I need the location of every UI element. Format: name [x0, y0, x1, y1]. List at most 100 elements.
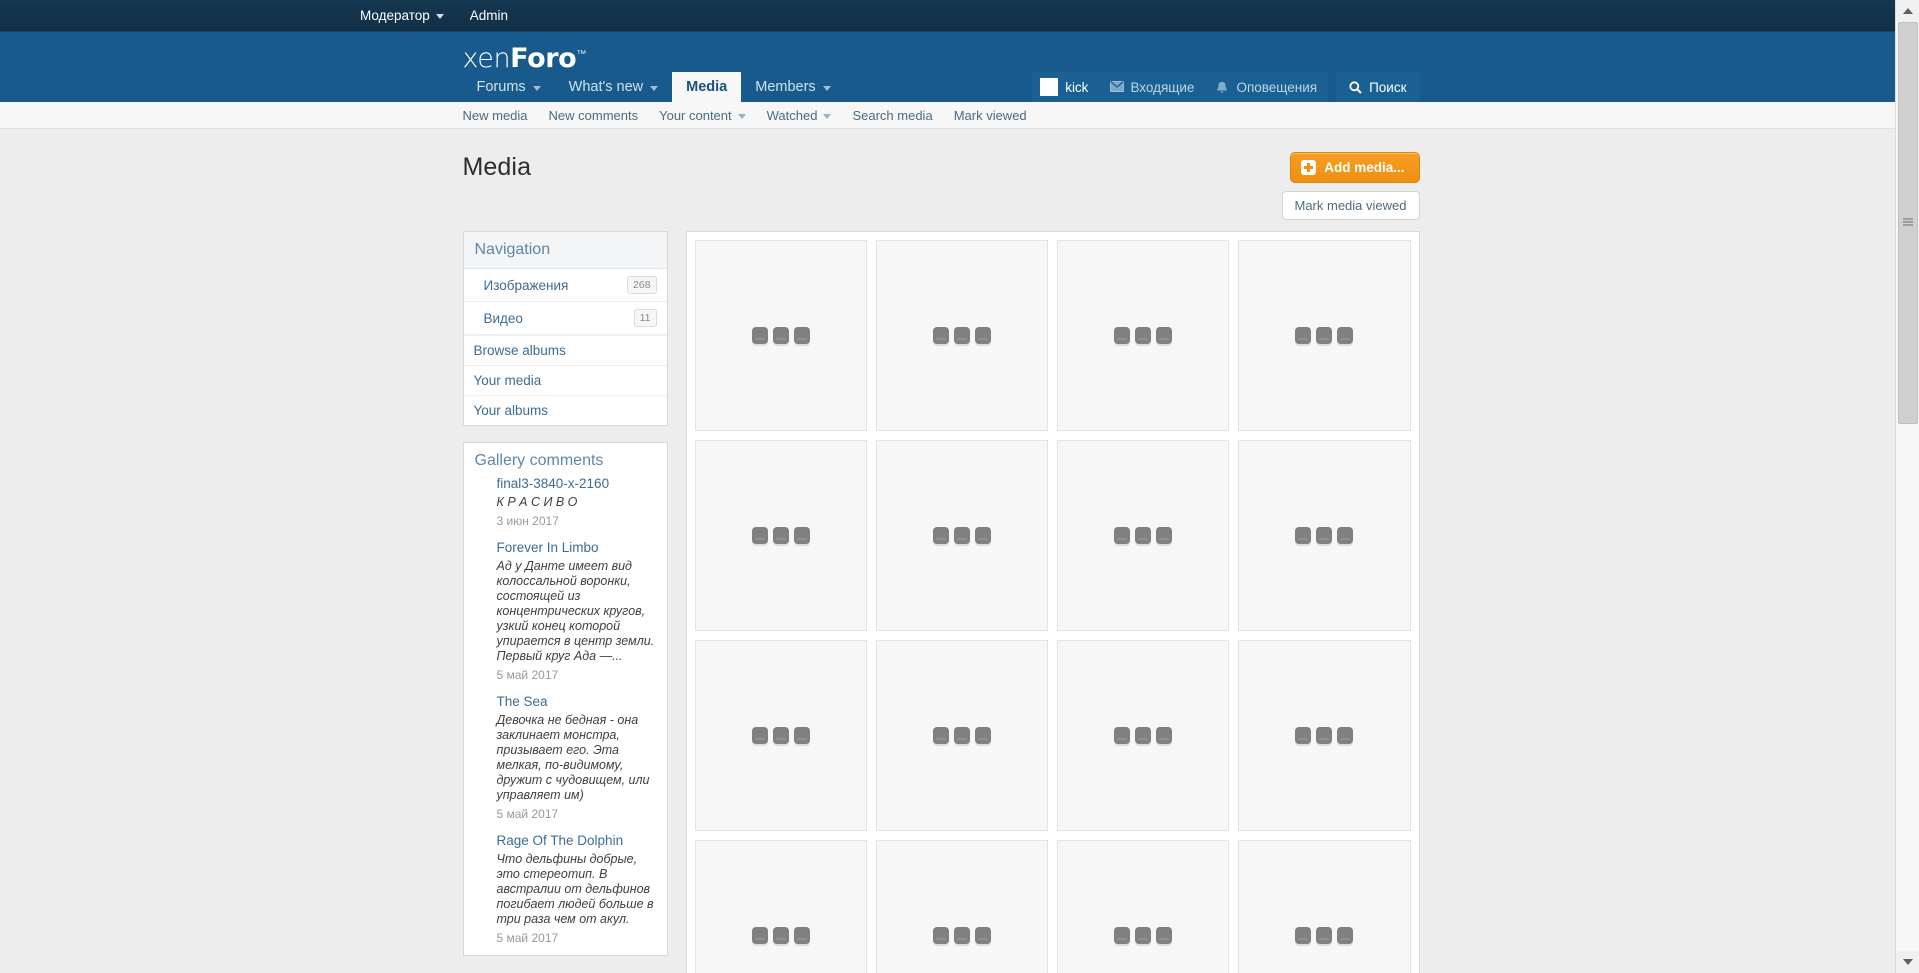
- media-grid-item[interactable]: [1057, 440, 1230, 631]
- scrollbar-track[interactable]: [1896, 22, 1919, 951]
- subnav-watched[interactable]: Watched: [767, 108, 832, 123]
- nav-tab-members-label: Members: [755, 79, 816, 95]
- broken-image-glyph: [1295, 727, 1312, 744]
- subnav-new-comments[interactable]: New comments: [549, 108, 639, 123]
- site-logo[interactable]: xenForo™: [462, 43, 587, 74]
- user-navigation: kick Входящие Оповещения Поиск: [1032, 72, 1420, 102]
- broken-image-glyph: [1337, 527, 1354, 544]
- broken-image-glyph: [1316, 327, 1333, 344]
- sidebar-item-browse-albums[interactable]: Browse albums: [463, 335, 667, 365]
- logo-text-suffix: Foro: [510, 43, 577, 74]
- sidebar-item-your-media-label: Your media: [473, 373, 542, 388]
- scroll-up-button[interactable]: [1896, 0, 1919, 22]
- media-grid-item[interactable]: [694, 840, 867, 973]
- inbox-label: Входящие: [1130, 79, 1195, 95]
- list-item: final3-3840-x-2160 К Р А С И В О 3 июн 2…: [464, 474, 667, 538]
- comment-media-link[interactable]: Rage Of The Dolphin: [497, 833, 657, 848]
- vertical-scrollbar[interactable]: [1895, 0, 1919, 973]
- comment-media-link[interactable]: Forever In Limbo: [497, 540, 657, 555]
- subnav-watched-label: Watched: [766, 108, 818, 123]
- broken-image-glyph: [974, 727, 991, 744]
- broken-image-glyph: [953, 727, 970, 744]
- media-grid-item[interactable]: [1238, 240, 1411, 431]
- broken-image-glyph: [1337, 327, 1354, 344]
- broken-image-glyph: [1337, 727, 1354, 744]
- nav-tab-forums-label: Forums: [476, 79, 526, 95]
- scrollbar-thumb[interactable]: [1898, 22, 1918, 424]
- media-grid-item[interactable]: [875, 640, 1048, 831]
- comment-media-link[interactable]: final3-3840-x-2160: [497, 476, 657, 491]
- media-grid-item[interactable]: [694, 440, 867, 631]
- broken-image-icon: [1295, 527, 1354, 544]
- add-media-button-label: Add media...: [1324, 159, 1405, 175]
- broken-image-glyph: [1114, 727, 1131, 744]
- nav-tab-whats-new[interactable]: What's new: [555, 72, 673, 102]
- sidebar-item-your-albums[interactable]: Your albums: [463, 395, 667, 425]
- sidebar: Navigation Изображения 268 Видео 11 Brow…: [462, 231, 668, 972]
- search-button[interactable]: Поиск: [1336, 72, 1420, 102]
- broken-image-glyph: [974, 527, 991, 544]
- broken-image-glyph: [953, 527, 970, 544]
- subnav-new-media-label: New media: [462, 108, 528, 123]
- subnav-search-media-label: Search media: [852, 108, 933, 123]
- media-grid-item[interactable]: [875, 440, 1048, 631]
- sidebar-item-videos[interactable]: Видео 11: [463, 302, 667, 335]
- envelope-icon: [1110, 81, 1125, 93]
- logo-text-prefix: xen: [462, 43, 511, 74]
- nav-tab-media[interactable]: Media: [672, 72, 742, 102]
- broken-image-glyph: [932, 927, 949, 944]
- mark-media-viewed-button[interactable]: Mark media viewed: [1281, 191, 1420, 220]
- comment-date: 5 май 2017: [496, 931, 559, 945]
- chevron-down-icon: [532, 85, 541, 91]
- broken-image-icon: [932, 527, 991, 544]
- add-media-button[interactable]: Add media...: [1290, 151, 1420, 183]
- subnav-your-content[interactable]: Your content: [659, 108, 746, 123]
- broken-image-glyph: [932, 727, 949, 744]
- sidebar-item-videos-count: 11: [633, 309, 657, 327]
- subnav-new-media[interactable]: New media: [463, 108, 528, 123]
- media-grid-item[interactable]: [1238, 640, 1411, 831]
- alerts-label: Оповещения: [1236, 79, 1318, 95]
- broken-image-glyph: [1135, 727, 1152, 744]
- media-grid-container: [685, 231, 1420, 973]
- subnav-mark-viewed-label: Mark viewed: [953, 108, 1027, 123]
- media-grid-item[interactable]: [1057, 640, 1230, 831]
- broken-image-icon: [1114, 527, 1173, 544]
- media-grid-item[interactable]: [875, 840, 1048, 973]
- media-grid-item[interactable]: [694, 240, 867, 431]
- media-grid-item[interactable]: [694, 640, 867, 831]
- scroll-down-button[interactable]: [1896, 951, 1919, 973]
- media-grid-item[interactable]: [1238, 440, 1411, 631]
- media-grid-item[interactable]: [1057, 240, 1230, 431]
- sidebar-item-your-media[interactable]: Your media: [463, 365, 667, 395]
- broken-image-glyph: [793, 727, 810, 744]
- broken-image-icon: [932, 327, 991, 344]
- comment-media-link[interactable]: The Sea: [497, 694, 657, 709]
- broken-image-glyph: [953, 327, 970, 344]
- page-title: Media: [462, 152, 532, 181]
- admin-link[interactable]: Admin: [470, 8, 508, 23]
- nav-tab-forums[interactable]: Forums: [463, 72, 555, 102]
- nav-tab-whats-new-label: What's new: [568, 79, 644, 95]
- inbox-link[interactable]: Входящие: [1099, 72, 1205, 102]
- subnav-search-media[interactable]: Search media: [852, 108, 932, 123]
- alerts-link[interactable]: Оповещения: [1205, 72, 1328, 102]
- nav-tab-members[interactable]: Members: [741, 72, 844, 102]
- sidebar-item-images[interactable]: Изображения 268: [463, 269, 667, 302]
- media-grid-item[interactable]: [875, 240, 1048, 431]
- broken-image-glyph: [1156, 927, 1173, 944]
- account-menu[interactable]: kick: [1032, 72, 1099, 102]
- chevron-down-icon: [823, 114, 832, 119]
- subnav-new-comments-label: New comments: [548, 108, 639, 123]
- broken-image-glyph: [793, 927, 810, 944]
- broken-image-icon: [751, 327, 810, 344]
- broken-image-glyph: [751, 727, 768, 744]
- media-grid-item[interactable]: [1238, 840, 1411, 973]
- media-grid-item[interactable]: [1057, 840, 1230, 973]
- broken-image-glyph: [1295, 927, 1312, 944]
- list-item: Rage Of The Dolphin Что дельфины добрые,…: [464, 831, 667, 955]
- broken-image-glyph: [974, 927, 991, 944]
- broken-image-glyph: [772, 527, 789, 544]
- subnav-mark-viewed[interactable]: Mark viewed: [954, 108, 1027, 123]
- moderator-menu[interactable]: Модератор: [360, 8, 444, 23]
